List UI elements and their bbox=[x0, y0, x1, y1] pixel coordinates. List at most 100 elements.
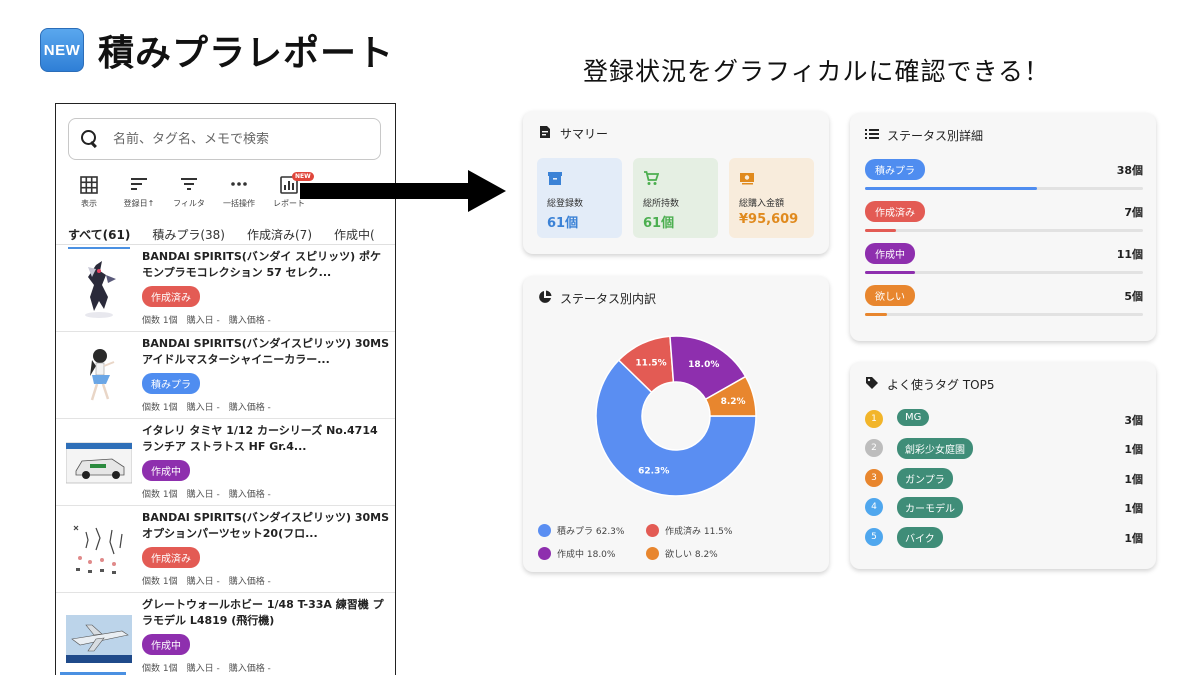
tag-chip: MG bbox=[897, 409, 930, 426]
tool-bulk-button[interactable]: 一括操作 bbox=[214, 176, 264, 209]
summary-label: 総登録数 bbox=[547, 199, 584, 209]
list-item[interactable]: BANDAI SPIRITS(バンダイスピリッツ) 30MS アイドルマスターシ… bbox=[56, 332, 395, 419]
total-owned-box: 総所持数 61個 bbox=[633, 158, 718, 238]
tag-count: 1個 bbox=[1124, 443, 1143, 456]
donut-chart: 62.3% 11.5% 18.0% 8.2% bbox=[595, 335, 757, 497]
status-detail-card: ステータス別詳細 積みプラ 38個 作成済み 7個 作成中 11個 欲しい 5個 bbox=[850, 113, 1156, 341]
status-detail-header: ステータス別詳細 bbox=[865, 127, 983, 144]
list-icon bbox=[865, 128, 879, 143]
status-breakdown-card: ステータス別内訳 62.3% 11.5% 18.0% 8.2% 積みプラ 62.3% … bbox=[523, 276, 829, 572]
item-title: イタレリ タミヤ 1/12 カーシリーズ No.4714 ランチア ストラトス … bbox=[142, 424, 378, 453]
title-area: NEW 積みプラレポート bbox=[40, 24, 394, 76]
rank-badge: 4 bbox=[865, 498, 883, 516]
tool-filter-button[interactable]: フィルタ bbox=[164, 176, 214, 209]
tag-count: 1個 bbox=[1124, 502, 1143, 515]
tag-row[interactable]: 3 ガンプラ 1個 bbox=[865, 468, 1143, 490]
status-bar-fill bbox=[865, 313, 888, 316]
archive-icon bbox=[547, 170, 563, 190]
status-badge: 作成中 bbox=[142, 460, 190, 481]
search-input[interactable] bbox=[113, 131, 353, 147]
status-bar-fill bbox=[865, 187, 1038, 190]
summary-title: サマリー bbox=[560, 127, 609, 141]
new-emoji-icon: NEW bbox=[40, 28, 84, 72]
summary-label: 総購入金額 bbox=[739, 199, 785, 209]
list-item[interactable]: BANDAI SPIRITS(バンダイ スピリッツ) ポケモンプラモコレクション… bbox=[56, 245, 395, 332]
slice-label: 8.2% bbox=[721, 397, 746, 407]
tool-label: 登録日↑ bbox=[123, 199, 155, 208]
tool-label: 表示 bbox=[81, 199, 97, 208]
status-bar-track bbox=[865, 271, 1143, 274]
legend-swatch bbox=[538, 547, 551, 560]
item-title: BANDAI SPIRITS(バンダイ スピリッツ) ポケモンプラモコレクション… bbox=[142, 250, 381, 279]
toolbar: 表示 登録日↑ フィルタ 一括操作 NEW レポート bbox=[64, 172, 314, 209]
tag-chip: カーモデル bbox=[897, 497, 963, 518]
list-item[interactable]: グレートウォールホビー 1/48 T-33A 練習機 プラモデル L4819 (… bbox=[56, 593, 395, 675]
tool-label: 一括操作 bbox=[223, 199, 255, 208]
tag-count: 3個 bbox=[1124, 414, 1143, 427]
item-meta: 個数 1個 購入日 - 購入価格 - bbox=[142, 664, 271, 674]
legend-label: 作成済み 11.5% bbox=[665, 527, 733, 537]
status-bar-track bbox=[865, 313, 1143, 316]
car-kit-box-thumbnail bbox=[66, 442, 132, 484]
tool-sort-button[interactable]: 登録日↑ bbox=[114, 176, 164, 209]
summary-value: 61個 bbox=[547, 216, 579, 231]
idol-figure-thumbnail bbox=[90, 349, 115, 401]
status-chip: 欲しい bbox=[865, 285, 915, 306]
arrow-icon bbox=[300, 170, 506, 212]
item-meta: 個数 1個 購入日 - 購入価格 - bbox=[142, 403, 271, 413]
status-bar-track bbox=[865, 187, 1143, 190]
legend-item: 作成中 18.0% bbox=[538, 547, 646, 560]
grid-icon bbox=[79, 176, 99, 194]
total-spent-box: 総購入金額 ¥95,609 bbox=[729, 158, 814, 238]
status-badge: 積みプラ bbox=[142, 373, 200, 394]
status-detail-title: ステータス別詳細 bbox=[887, 129, 984, 143]
chart-legend: 積みプラ 62.3% 作成済み 11.5% 作成中 18.0% 欲しい 8.2% bbox=[538, 524, 818, 560]
legend-label: 欲しい 8.2% bbox=[665, 550, 718, 560]
search-icon bbox=[81, 130, 99, 148]
slice-label: 11.5% bbox=[635, 359, 666, 369]
legend-swatch bbox=[646, 524, 659, 537]
sort-icon bbox=[129, 176, 149, 194]
rank-badge: 1 bbox=[865, 410, 883, 428]
tool-view-button[interactable]: 表示 bbox=[64, 176, 114, 209]
status-row: 作成中 11個 bbox=[865, 243, 1143, 279]
money-icon bbox=[739, 170, 755, 190]
tag-row[interactable]: 2 創彩少女庭園 1個 bbox=[865, 438, 1143, 460]
summary-value: 61個 bbox=[643, 216, 675, 231]
tag-row[interactable]: 1 MG 3個 bbox=[865, 409, 1143, 431]
legend-item: 積みプラ 62.3% bbox=[538, 524, 646, 537]
legend-label: 積みプラ 62.3% bbox=[557, 527, 625, 537]
item-list: BANDAI SPIRITS(バンダイ スピリッツ) ポケモンプラモコレクション… bbox=[56, 245, 395, 675]
status-badge: 作成中 bbox=[142, 634, 190, 655]
status-bar-fill bbox=[865, 271, 916, 274]
legend-item: 欲しい 8.2% bbox=[646, 547, 756, 560]
legend-label: 作成中 18.0% bbox=[557, 550, 616, 560]
tag-count: 1個 bbox=[1124, 532, 1143, 545]
status-count: 11個 bbox=[1116, 248, 1143, 261]
summary-value: ¥95,609 bbox=[739, 212, 799, 227]
filter-icon bbox=[179, 176, 199, 194]
slice-label: 18.0% bbox=[688, 360, 719, 370]
list-item[interactable]: イタレリ タミヤ 1/12 カーシリーズ No.4714 ランチア ストラトス … bbox=[56, 419, 395, 506]
tag-chip: バイク bbox=[897, 527, 943, 548]
search-bar[interactable] bbox=[68, 118, 381, 160]
status-count: 38個 bbox=[1116, 164, 1143, 177]
status-badge: 作成済み bbox=[142, 286, 200, 307]
summary-header: サマリー bbox=[538, 125, 608, 142]
item-meta: 個数 1個 購入日 - 購入価格 - bbox=[142, 577, 271, 587]
legend-swatch bbox=[646, 547, 659, 560]
item-title: グレートウォールホビー 1/48 T-33A 練習機 プラモデル L4819 (… bbox=[142, 598, 384, 627]
item-title: BANDAI SPIRITS(バンダイスピリッツ) 30MS アイドルマスターシ… bbox=[142, 337, 390, 366]
status-chip: 作成中 bbox=[865, 243, 915, 264]
parts-set-thumbnail bbox=[73, 525, 123, 574]
summary-card: サマリー 総登録数 61個 総所持数 61個 総購入金額 ¥95,609 bbox=[523, 111, 829, 254]
more-icon bbox=[229, 176, 249, 194]
status-row: 欲しい 5個 bbox=[865, 285, 1143, 321]
tag-row[interactable]: 4 カーモデル 1個 bbox=[865, 497, 1143, 519]
total-registered-box: 総登録数 61個 bbox=[537, 158, 622, 238]
page-title: 積みプラレポート bbox=[98, 33, 395, 74]
list-item[interactable]: BANDAI SPIRITS(バンダイスピリッツ) 30MS オプションパーツセ… bbox=[56, 506, 395, 593]
status-count: 5個 bbox=[1124, 290, 1143, 303]
tag-row[interactable]: 5 バイク 1個 bbox=[865, 527, 1143, 549]
rank-badge: 3 bbox=[865, 469, 883, 487]
